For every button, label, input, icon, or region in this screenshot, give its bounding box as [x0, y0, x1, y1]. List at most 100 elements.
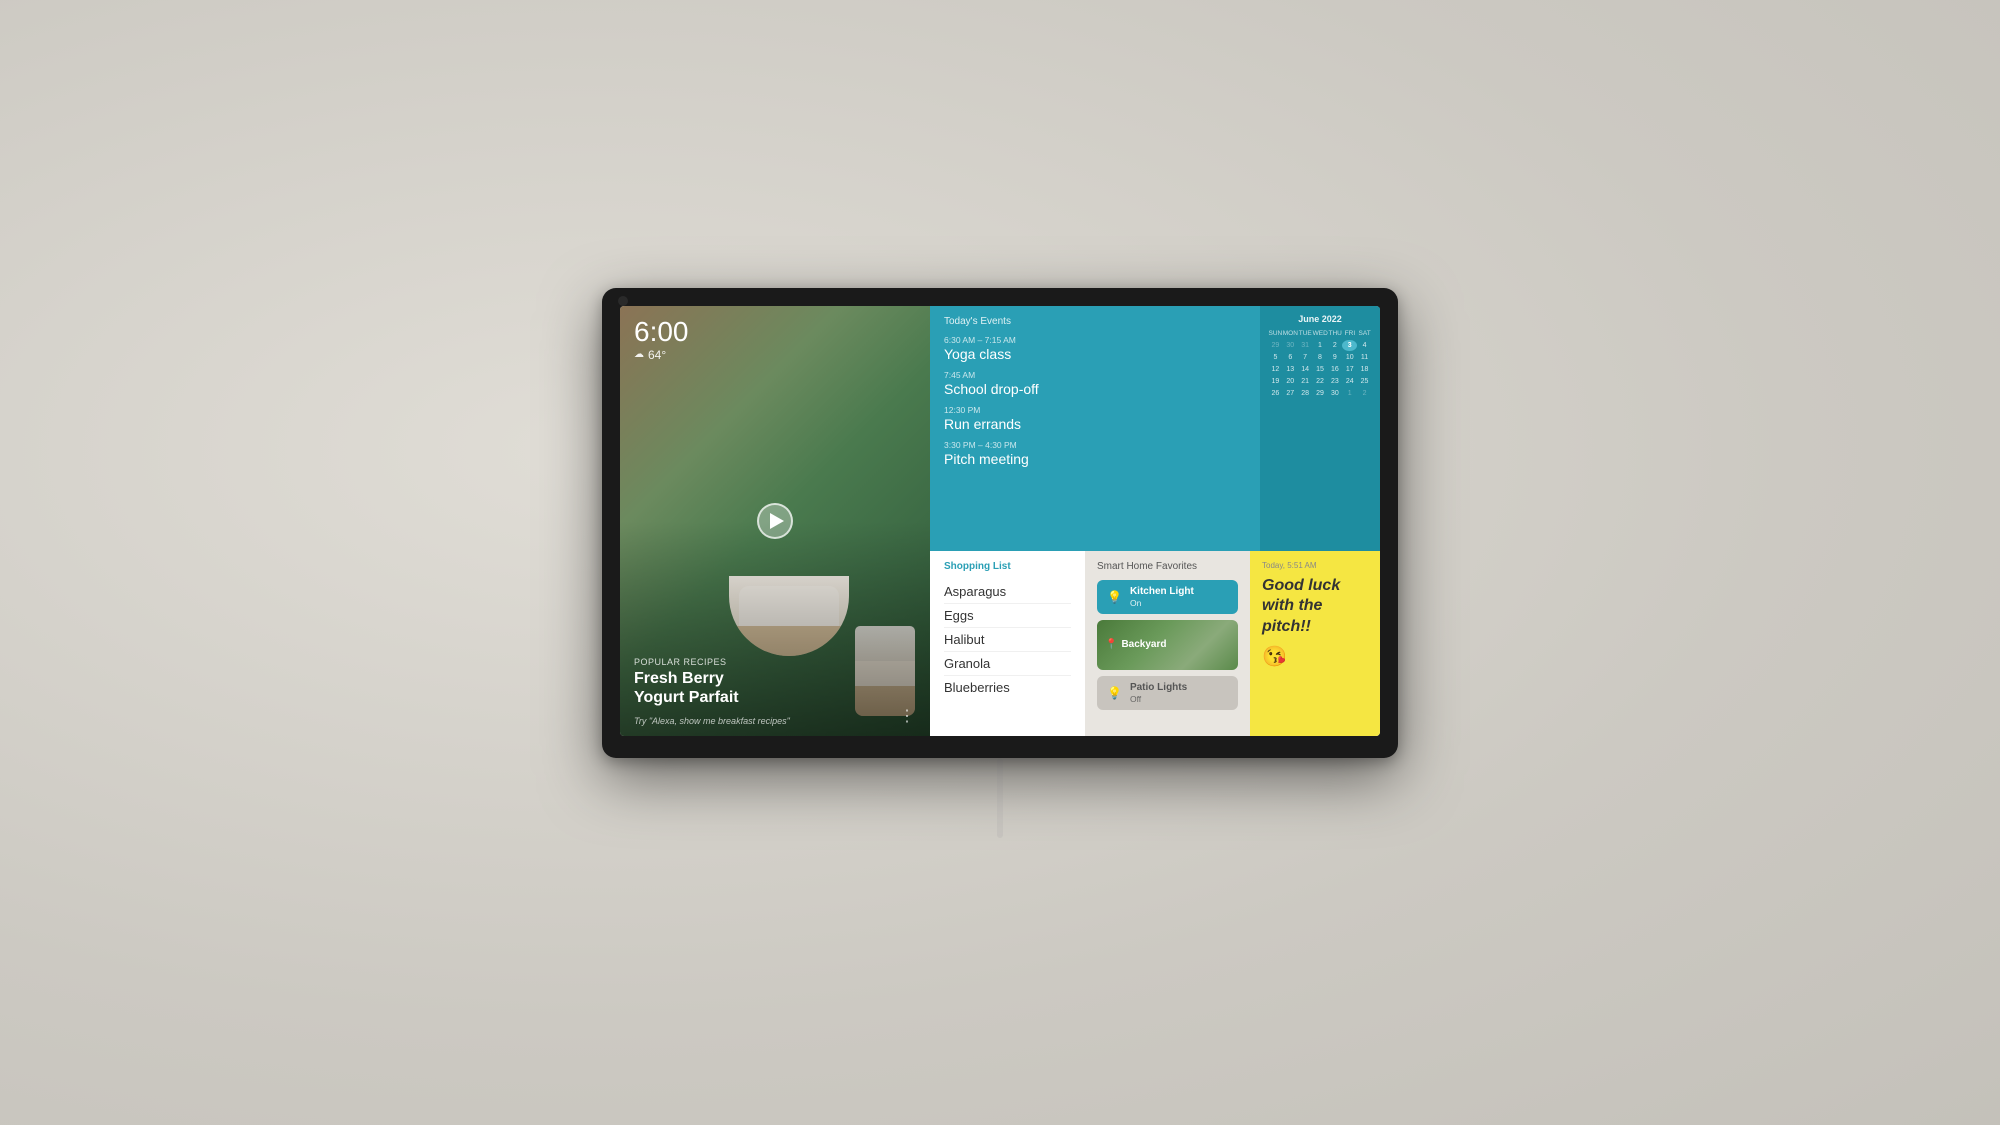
shopping-item-asparagus[interactable]: Asparagus: [944, 580, 1071, 604]
cal-day[interactable]: 20: [1283, 376, 1298, 387]
event-name-errands: Run errands: [944, 416, 1246, 432]
dow-sat: SAT: [1357, 329, 1372, 338]
calendar-panel: June 2022 SUN MON TUE WED THU FRI SAT: [1260, 306, 1380, 551]
cal-day[interactable]: 11: [1357, 352, 1372, 363]
power-cable: [997, 758, 1003, 838]
cal-day[interactable]: 22: [1313, 376, 1328, 387]
play-triangle-icon: [770, 513, 784, 529]
menu-dots-icon[interactable]: ⋮: [899, 706, 916, 726]
cal-day[interactable]: 30: [1327, 388, 1342, 399]
dow-wed: WED: [1313, 329, 1328, 338]
cal-day[interactable]: 25: [1357, 376, 1372, 387]
cal-day[interactable]: 14: [1298, 364, 1313, 375]
backyard-button[interactable]: 📍 Backyard: [1097, 620, 1238, 670]
shopping-item-halibut[interactable]: Halibut: [944, 628, 1071, 652]
dow-sun: SUN: [1268, 329, 1283, 338]
cal-day[interactable]: 28: [1298, 388, 1313, 399]
recipe-category: Popular Recipes: [634, 657, 739, 667]
bottom-panels: Shopping List Asparagus Eggs Halibut Gra…: [930, 551, 1380, 736]
event-time-errands: 12:30 PM: [944, 405, 1246, 415]
cal-week-5: 26 27 28 29 30 1 2: [1268, 388, 1372, 399]
dow-thu: THU: [1328, 329, 1343, 338]
top-panels: Today's Events 6:30 AM – 7:15 AM Yoga cl…: [930, 306, 1380, 551]
cal-day[interactable]: 13: [1283, 364, 1298, 375]
cal-day[interactable]: 12: [1268, 364, 1283, 375]
shopping-item-eggs[interactable]: Eggs: [944, 604, 1071, 628]
event-item-errands[interactable]: 12:30 PM Run errands: [944, 405, 1246, 432]
cal-day[interactable]: 31: [1298, 340, 1313, 351]
scene-wrapper: 6:00 ☁ 64° Popular Recipes Fresh Berry: [602, 288, 1398, 838]
patio-lights-button[interactable]: 💡 Patio Lights Off: [1097, 676, 1238, 710]
cal-day[interactable]: 29: [1268, 340, 1283, 351]
cal-day[interactable]: 21: [1298, 376, 1313, 387]
smart-home-title: Smart Home Favorites: [1097, 561, 1238, 572]
event-item-school[interactable]: 7:45 AM School drop-off: [944, 370, 1246, 397]
cal-day[interactable]: 17: [1342, 364, 1357, 375]
temperature-value: 64°: [648, 348, 666, 362]
cal-day[interactable]: 1: [1313, 340, 1328, 351]
cal-day-today[interactable]: 3: [1342, 340, 1357, 351]
cal-day[interactable]: 30: [1283, 340, 1298, 351]
event-item-pitch[interactable]: 3:30 PM – 4:30 PM Pitch meeting: [944, 440, 1246, 467]
shopping-item-blueberries[interactable]: Blueberries: [944, 676, 1071, 699]
alexa-suggestion: Try "Alexa, show me breakfast recipes": [634, 716, 790, 726]
note-content: Good luck with the pitch!!: [1262, 576, 1368, 638]
event-time-pitch: 3:30 PM – 4:30 PM: [944, 440, 1246, 450]
note-emoji: 😘: [1262, 644, 1368, 669]
screen: 6:00 ☁ 64° Popular Recipes Fresh Berry: [620, 306, 1380, 736]
cal-day[interactable]: 9: [1327, 352, 1342, 363]
cal-day[interactable]: 15: [1313, 364, 1328, 375]
cal-day[interactable]: 4: [1357, 340, 1372, 351]
backyard-label: 📍 Backyard: [1105, 639, 1166, 650]
kitchen-light-info: Kitchen Light On: [1130, 586, 1228, 608]
cal-day[interactable]: 1: [1342, 388, 1357, 399]
patio-lights-status: Off: [1130, 694, 1228, 704]
cal-day[interactable]: 2: [1357, 388, 1372, 399]
smart-home-buttons: 💡 Kitchen Light On 📍: [1097, 580, 1238, 710]
shopping-title: Shopping List: [944, 561, 1071, 572]
hero-panel: 6:00 ☁ 64° Popular Recipes Fresh Berry: [620, 306, 930, 736]
cal-day[interactable]: 6: [1283, 352, 1298, 363]
calendar-grid: SUN MON TUE WED THU FRI SAT: [1268, 329, 1372, 399]
play-button[interactable]: [757, 503, 793, 539]
event-time-school: 7:45 AM: [944, 370, 1246, 380]
shopping-item-granola[interactable]: Granola: [944, 652, 1071, 676]
event-name-yoga: Yoga class: [944, 346, 1246, 362]
cal-day[interactable]: 2: [1327, 340, 1342, 351]
shopping-list-panel: Shopping List Asparagus Eggs Halibut Gra…: [930, 551, 1085, 736]
patio-lights-name: Patio Lights: [1130, 682, 1228, 694]
smart-home-panel: Smart Home Favorites 💡 Kitchen Light On: [1085, 551, 1250, 736]
event-name-pitch: Pitch meeting: [944, 451, 1246, 467]
event-time-yoga: 6:30 AM – 7:15 AM: [944, 335, 1246, 345]
kitchen-light-button[interactable]: 💡 Kitchen Light On: [1097, 580, 1238, 614]
cal-week-3: 12 13 14 15 16 17 18: [1268, 364, 1372, 375]
cal-day[interactable]: 29: [1313, 388, 1328, 399]
event-item-yoga[interactable]: 6:30 AM – 7:15 AM Yoga class: [944, 335, 1246, 362]
kitchen-light-name: Kitchen Light: [1130, 586, 1228, 598]
device-frame: 6:00 ☁ 64° Popular Recipes Fresh Berry: [602, 288, 1398, 758]
calendar-title: June 2022: [1268, 314, 1372, 324]
cal-week-2: 5 6 7 8 9 10 11: [1268, 352, 1372, 363]
cal-day[interactable]: 19: [1268, 376, 1283, 387]
cal-day[interactable]: 16: [1327, 364, 1342, 375]
cal-day[interactable]: 5: [1268, 352, 1283, 363]
cal-week-1: 29 30 31 1 2 3 4: [1268, 340, 1372, 351]
weather-icon: ☁: [634, 349, 644, 360]
cal-day[interactable]: 18: [1357, 364, 1372, 375]
backyard-name: Backyard: [1121, 639, 1166, 650]
cal-day[interactable]: 8: [1313, 352, 1328, 363]
cal-day[interactable]: 23: [1327, 376, 1342, 387]
recipe-title: Fresh Berry Yogurt Parfait: [634, 669, 739, 707]
cal-day[interactable]: 24: [1342, 376, 1357, 387]
event-name-school: School drop-off: [944, 381, 1246, 397]
cal-day[interactable]: 26: [1268, 388, 1283, 399]
weather-display: ☁ 64°: [634, 348, 689, 362]
calendar-dow-row: SUN MON TUE WED THU FRI SAT: [1268, 329, 1372, 338]
sticky-note-panel: Today, 5:51 AM Good luck with the pitch!…: [1250, 551, 1380, 736]
cal-day[interactable]: 27: [1283, 388, 1298, 399]
light-off-icon: 💡: [1107, 686, 1122, 700]
cal-day[interactable]: 7: [1298, 352, 1313, 363]
camera-icon: [618, 296, 628, 306]
cal-day[interactable]: 10: [1342, 352, 1357, 363]
note-timestamp: Today, 5:51 AM: [1262, 561, 1368, 570]
